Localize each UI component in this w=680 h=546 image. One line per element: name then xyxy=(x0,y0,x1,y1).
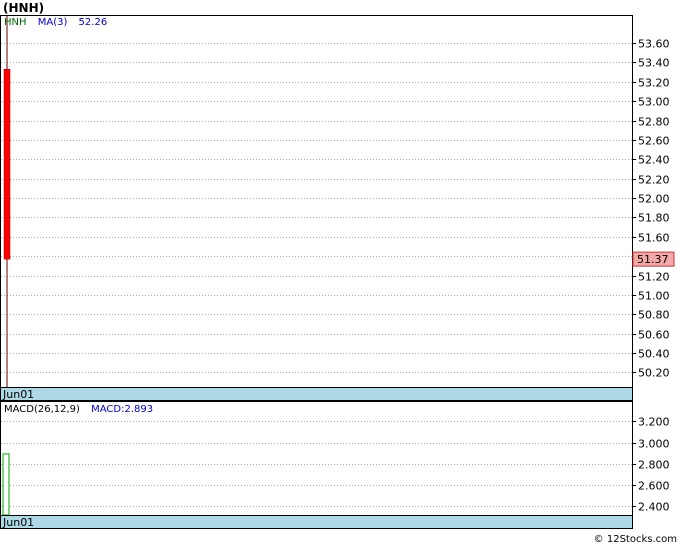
price-date-label: Jun01 xyxy=(2,388,34,401)
stock-chart: (HNH) 50.2050.4050.6050.8051.0051.2051.4… xyxy=(0,1,677,545)
macd-date-band xyxy=(0,515,633,529)
price-tick-label: 53.60 xyxy=(638,38,670,51)
price-tick-label: 52.60 xyxy=(638,135,670,148)
macd-bars xyxy=(2,453,10,516)
price-tick-label: 50.60 xyxy=(638,329,670,342)
price-tick-label: 50.80 xyxy=(638,309,670,322)
macd-tick-label: 2.600 xyxy=(638,480,670,493)
macd-legend-value: MACD:2.893 xyxy=(91,404,153,415)
price-tick-label: 53.40 xyxy=(638,57,670,70)
price-tick-label: 52.80 xyxy=(638,116,670,129)
price-date-band xyxy=(0,387,633,401)
footer-copyright: © 12Stocks.com xyxy=(594,534,677,545)
price-tick-label: 53.00 xyxy=(638,96,670,109)
macd-tick-label: 2.400 xyxy=(638,501,670,514)
price-tick-label: 51.60 xyxy=(638,232,670,245)
legend-ma-value: 52.26 xyxy=(79,17,108,28)
chart-title: (HNH) xyxy=(3,1,44,15)
price-tick-label: 51.20 xyxy=(638,271,670,284)
price-tick-label: 52.00 xyxy=(638,193,670,206)
price-tick-label: 50.40 xyxy=(638,348,670,361)
macd-legend-name: MACD(26,12,9) xyxy=(4,404,80,415)
price-tick-label: 52.20 xyxy=(638,174,670,187)
svg-text:HNH MA(3) 52.26: HNH MA(3) 52.26 xyxy=(4,17,107,28)
price-tick-label: 51.80 xyxy=(638,212,670,225)
legend-symbol: HNH xyxy=(4,17,27,28)
price-axis: 50.2050.4050.6050.8051.0051.2051.4051.60… xyxy=(632,38,670,380)
macd-tick-label: 3.200 xyxy=(638,416,670,429)
macd-tick-label: 2.800 xyxy=(638,459,670,472)
candle-body xyxy=(3,69,11,260)
macd-date-label: Jun01 xyxy=(2,516,34,529)
legend-ma: MA(3) xyxy=(38,17,68,28)
macd-bar xyxy=(2,453,10,516)
svg-text:MACD(26,12,9) MACD:2.893: MACD(26,12,9) MACD:2.893 xyxy=(4,404,153,415)
last-price-value: 51.37 xyxy=(637,253,669,266)
price-tick-label: 53.20 xyxy=(638,77,670,90)
price-tick-label: 52.40 xyxy=(638,154,670,167)
macd-panel-frame xyxy=(0,401,633,516)
price-tick-label: 51.00 xyxy=(638,290,670,303)
macd-axis: 2.400 2.600 2.800 3.000 3.200 xyxy=(632,416,670,514)
macd-tick-label: 3.000 xyxy=(638,438,670,451)
price-panel-frame xyxy=(0,15,633,388)
price-tick-label: 50.20 xyxy=(638,367,670,380)
